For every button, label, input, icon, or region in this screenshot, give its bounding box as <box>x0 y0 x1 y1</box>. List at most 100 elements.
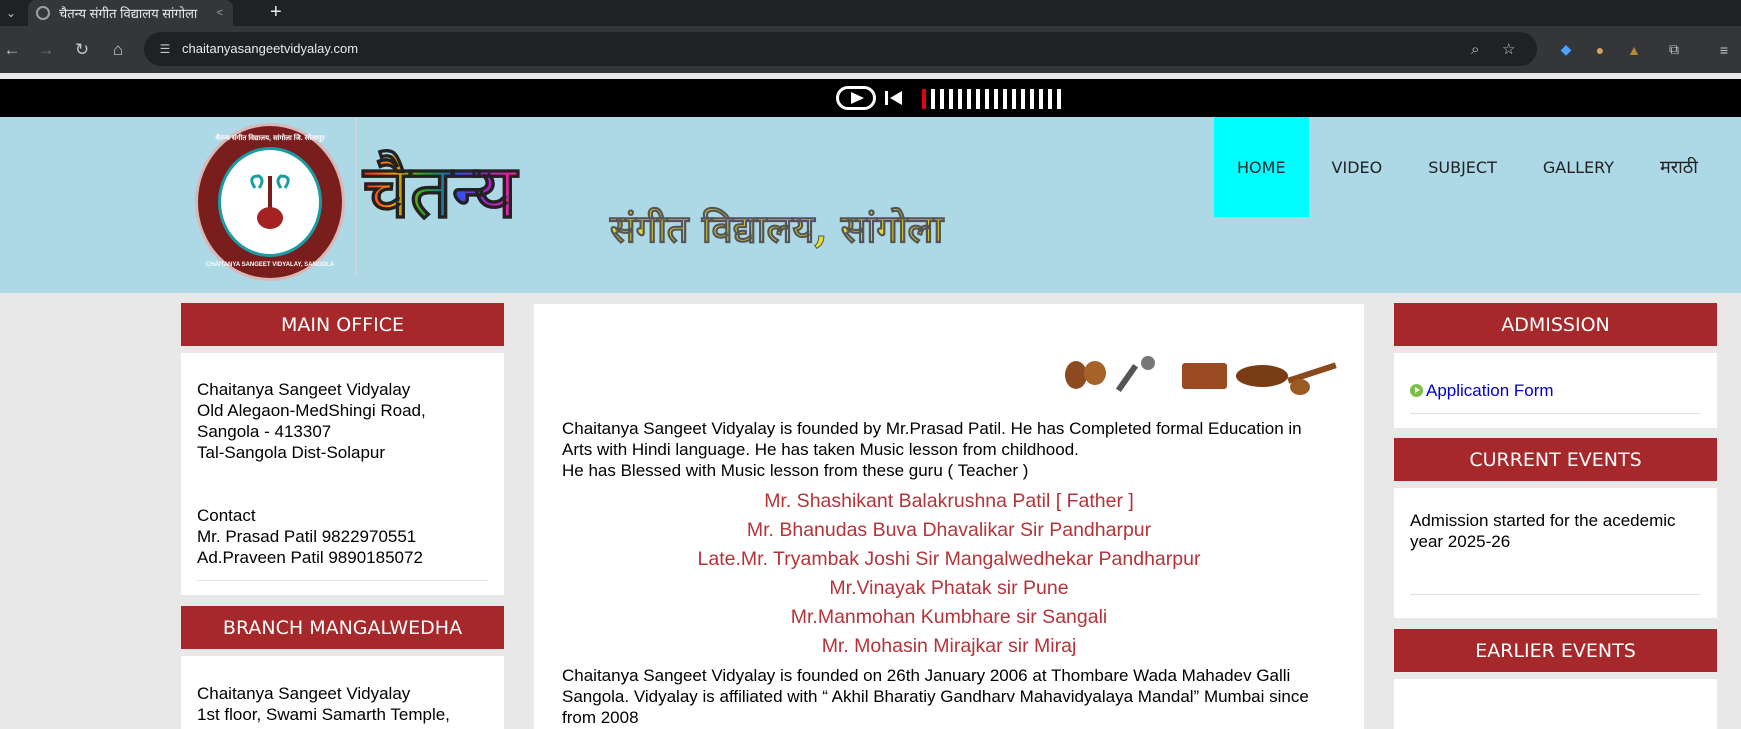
veena-icon <box>250 174 290 229</box>
contact-heading: Contact <box>197 506 256 525</box>
main-nav: HOME VIDEO SUBJECT GALLERY मराठी <box>1214 117 1721 217</box>
history-line: Sangola. Vidyalay is affiliated with “ A… <box>562 687 1309 706</box>
main-content: Chaitanya Sangeet Vidyalay is founded by… <box>534 304 1364 729</box>
volume-step[interactable] <box>931 89 935 109</box>
volume-step[interactable] <box>976 89 980 109</box>
left-column: MAIN OFFICE Chaitanya Sangeet Vidyalay O… <box>181 303 504 729</box>
guru-item: Mr. Shashikant Balakrushna Patil [ Fathe… <box>764 490 1134 512</box>
reload-icon[interactable]: ↻ <box>70 26 94 73</box>
volume-step[interactable] <box>1021 89 1025 109</box>
divider <box>197 580 488 581</box>
address-line: 1st floor, Swami Samarth Temple, <box>197 705 450 724</box>
logo-center <box>218 147 322 257</box>
guru-item: Mr.Vinayak Phatak sir Pune <box>829 577 1069 599</box>
current-events-heading: CURRENT EVENTS <box>1394 438 1717 481</box>
guru-item: Mr. Mohasin Mirajkar sir Miraj <box>821 635 1077 657</box>
skip-back-icon[interactable] <box>885 90 907 106</box>
volume-step[interactable] <box>985 89 989 109</box>
arrow-bullet-icon <box>1410 384 1423 397</box>
extensions-puzzle-icon[interactable]: ⧉ <box>1664 26 1684 73</box>
site-header: चैतन्य संगीत विद्यालय, सांगोला जि. सोलाप… <box>0 117 1741 293</box>
nav-home[interactable]: HOME <box>1214 117 1309 217</box>
guru-list: Mr. Shashikant Balakrushna Patil [ Fathe… <box>534 487 1364 661</box>
admission-panel: Application Form <box>1394 353 1717 428</box>
address-line: Sangola - 413307 <box>197 422 332 441</box>
admission-heading: ADMISSION <box>1394 303 1717 346</box>
brand-title: चैतन्य <box>363 149 518 235</box>
volume-step[interactable] <box>994 89 998 109</box>
brand-subtitle: संगीत विद्यालय, सांगोला <box>609 206 944 252</box>
bookmark-star-icon[interactable]: ☆ <box>1502 32 1515 66</box>
header-divider <box>355 117 357 277</box>
volume-step[interactable] <box>1048 89 1052 109</box>
nav-subject[interactable]: SUBJECT <box>1405 117 1520 217</box>
volume-step[interactable] <box>1039 89 1043 109</box>
tab-title: चैतन्य संगीत विद्यालय सांगोला <box>59 6 198 21</box>
extension-gem-icon[interactable]: ◆ <box>1556 26 1576 73</box>
address-line: Tal-Sangola Dist-Solapur <box>197 443 386 462</box>
nav-marathi[interactable]: मराठी <box>1637 117 1721 217</box>
guru-item: Mr.Manmohan Kumbhare sir Sangali <box>790 606 1108 628</box>
volume-step[interactable] <box>940 89 944 109</box>
url-text[interactable]: chaitanyasangeetvidyalay.com <box>182 41 358 56</box>
extension-hat-icon[interactable]: ▲ <box>1624 26 1644 73</box>
forward-arrow-icon[interactable]: → <box>34 26 58 73</box>
site-info-icon[interactable]: ☰ <box>156 40 174 58</box>
logo-bottom-text: CHAITANYA SANGEET VIDYALAY, SANGOLA <box>205 262 335 268</box>
address-bar[interactable]: ☰ chaitanyasangeetvidyalay.com ⌕ ☆ <box>144 32 1537 66</box>
intro-text: Chaitanya Sangeet Vidyalay is founded by… <box>562 418 1342 481</box>
application-form-link[interactable]: Application Form <box>1410 380 1701 401</box>
close-tab-icon[interactable]: < <box>217 7 223 19</box>
volume-step[interactable] <box>922 89 926 109</box>
branch-panel: Chaitanya Sangeet Vidyalay 1st floor, Sw… <box>181 656 504 729</box>
extension-face-icon[interactable]: ● <box>1590 26 1610 73</box>
browser-tab[interactable]: चैतन्य संगीत विद्यालय सांगोला < <box>28 0 233 26</box>
reading-list-icon[interactable]: ≡ <box>1714 26 1734 73</box>
browser-tabstrip: ⌄ चैतन्य संगीत विद्यालय सांगोला < + <box>0 0 1741 26</box>
volume-step[interactable] <box>958 89 962 109</box>
current-events-panel: Admission started for the acedemic year … <box>1394 488 1717 618</box>
guru-item: Mr. Bhanudas Buva Dhavalikar Sir Pandhar… <box>746 519 1152 541</box>
intro-line: Arts with Hindi language. He has taken M… <box>562 440 1079 459</box>
address-line: Old Alegaon-MedShingi Road, <box>197 401 426 420</box>
address-line: Chaitanya Sangeet Vidyalay <box>197 380 411 399</box>
contact-line: Mr. Prasad Patil 9822970551 <box>197 527 417 546</box>
main-office-heading: MAIN OFFICE <box>181 303 504 346</box>
home-icon[interactable]: ⌂ <box>106 26 130 73</box>
zoom-icon[interactable]: ⌕ <box>1471 32 1479 66</box>
volume-step[interactable] <box>1003 89 1007 109</box>
back-arrow-icon[interactable]: ← <box>0 26 24 73</box>
globe-icon <box>36 6 50 20</box>
branch-heading: BRANCH MANGALWEDHA <box>181 606 504 649</box>
instruments-image <box>1065 356 1337 395</box>
volume-step[interactable] <box>949 89 953 109</box>
history-line: Chaitanya Sangeet Vidyalay is founded on… <box>562 666 1291 685</box>
contact-line: Ad.Praveen Patil 9890185072 <box>197 548 423 567</box>
play-icon[interactable] <box>836 86 876 110</box>
nav-video[interactable]: VIDEO <box>1309 117 1406 217</box>
intro-line: He has Blessed with Music lesson from th… <box>562 461 1029 480</box>
volume-step[interactable] <box>1012 89 1016 109</box>
volume-step[interactable] <box>1030 89 1034 109</box>
volume-meter[interactable] <box>922 89 1061 109</box>
audio-player <box>0 79 1741 117</box>
right-column: ADMISSION Application Form CURRENT EVENT… <box>1394 303 1717 729</box>
tab-search-chevron-icon[interactable]: ⌄ <box>0 0 22 26</box>
intro-line: Chaitanya Sangeet Vidyalay is founded by… <box>562 419 1302 438</box>
volume-step[interactable] <box>1057 89 1061 109</box>
main-office-panel: Chaitanya Sangeet Vidyalay Old Alegaon-M… <box>181 353 504 595</box>
history-line: from 2008 <box>562 708 639 727</box>
history-text: Chaitanya Sangeet Vidyalay is founded on… <box>562 665 1342 728</box>
divider <box>1410 413 1701 414</box>
application-form-label: Application Form <box>1426 381 1554 400</box>
guru-item: Late.Mr. Tryambak Joshi Sir Mangalwedhek… <box>697 548 1201 570</box>
school-logo[interactable]: चैतन्य संगीत विद्यालय, सांगोला जि. सोलाप… <box>195 123 345 281</box>
new-tab-plus-icon[interactable]: + <box>270 1 282 24</box>
divider <box>1410 594 1701 595</box>
logo-top-text: चैतन्य संगीत विद्यालय, सांगोला जि. सोलाप… <box>215 135 325 142</box>
nav-gallery[interactable]: GALLERY <box>1520 117 1637 217</box>
volume-step[interactable] <box>967 89 971 109</box>
earlier-events-heading: EARLIER EVENTS <box>1394 629 1717 672</box>
current-event-text: Admission started for the acedemic year … <box>1410 511 1676 551</box>
browser-toolbar: ← → ↻ ⌂ ☰ chaitanyasangeetvidyalay.com ⌕… <box>0 26 1741 73</box>
